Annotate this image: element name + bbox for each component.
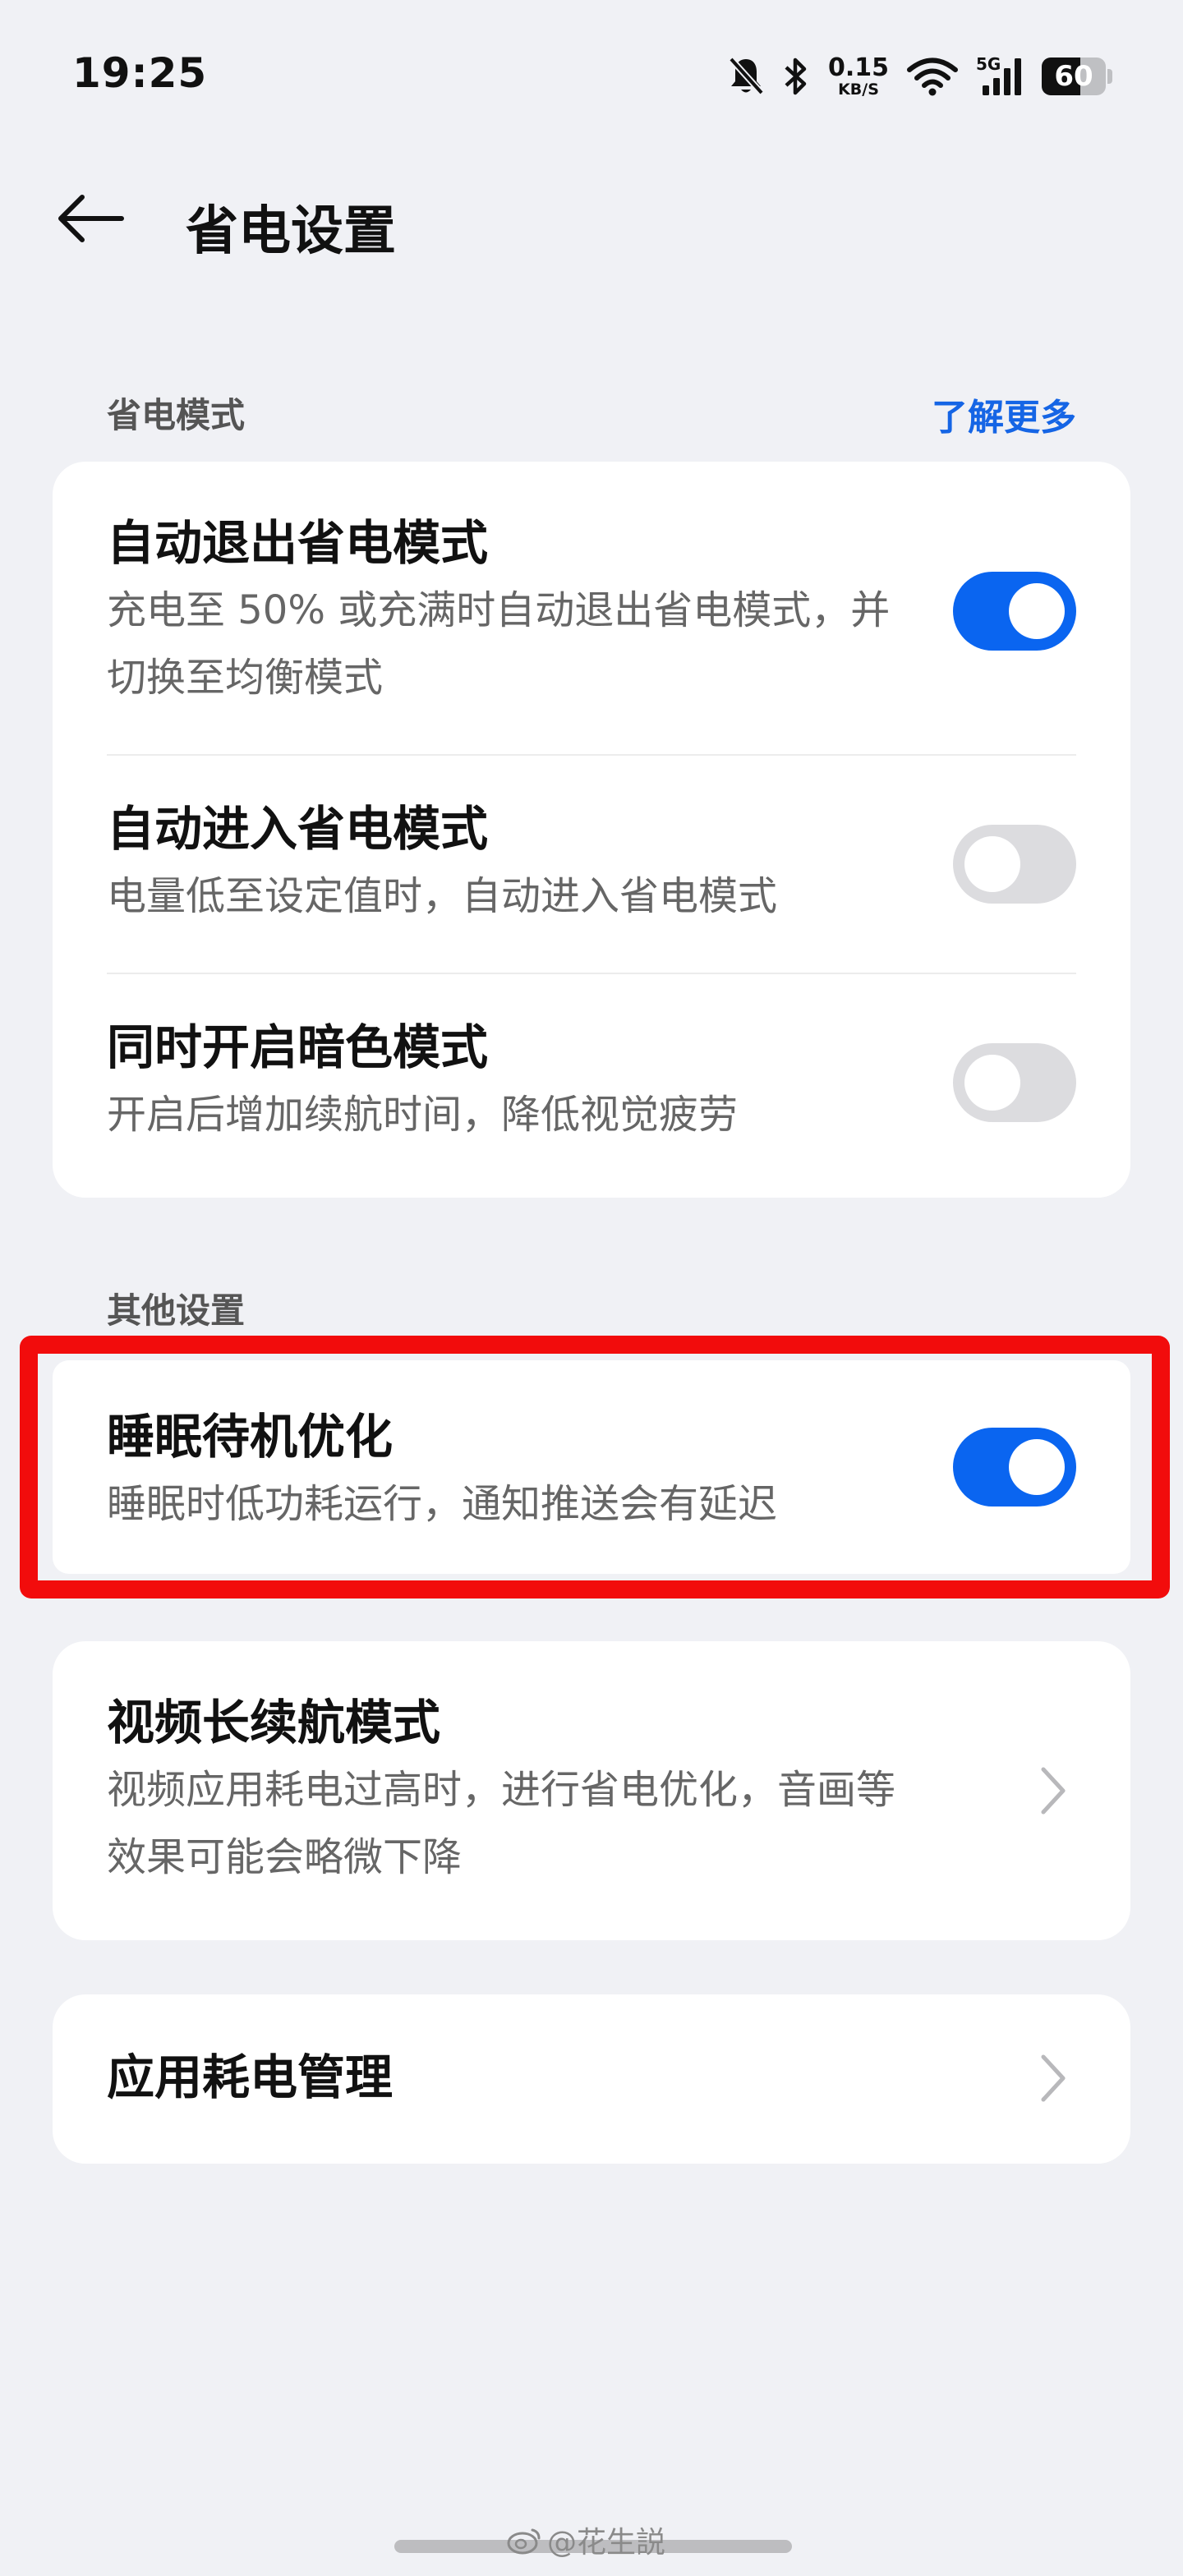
section-label-other-settings: 其他设置 — [107, 1290, 246, 1331]
toggle-knob — [964, 1055, 1020, 1111]
status-time: 19:25 — [72, 49, 208, 97]
watermark: @花生説 — [506, 2518, 665, 2561]
status-icons: 0.15 KB/S 5G 60 — [728, 51, 1112, 102]
section-label-power-saving: 省电模式 — [107, 395, 246, 435]
power-saving-card: 自动退出省电模式 充电至 50% 或充满时自动退出省电模式，并切换至均衡模式 自… — [53, 462, 1130, 1198]
auto-enter-power-saving-row[interactable]: 自动进入省电模式 电量低至设定值时，自动进入省电模式 — [107, 798, 1076, 931]
battery-icon: 60 — [1042, 58, 1112, 95]
watermark-text: @花生説 — [547, 2526, 666, 2560]
back-button[interactable] — [51, 187, 130, 250]
row-subtitle: 充电至 50% 或充满时自动退出省电模式，并切换至均衡模式 — [107, 587, 891, 701]
weibo-icon — [507, 2528, 541, 2555]
arrow-left-icon — [58, 195, 124, 242]
auto-enter-power-saving-toggle[interactable] — [953, 825, 1076, 904]
app-power-management-row: 应用耗电管理 — [107, 2047, 1076, 2109]
auto-exit-power-saving-row[interactable]: 自动退出省电模式 充电至 50% 或充满时自动退出省电模式，并切换至均衡模式 — [107, 513, 1076, 712]
row-title: 视频长续航模式 — [107, 1695, 441, 1750]
network-speed-value: 0.15 — [827, 53, 889, 82]
bluetooth-icon — [785, 58, 807, 95]
app-power-management-card[interactable]: 应用耗电管理 — [53, 1994, 1130, 2164]
row-subtitle: 电量低至设定值时，自动进入省电模式 — [107, 873, 778, 920]
network-speed: 0.15 KB/S — [827, 53, 889, 99]
dark-mode-together-row[interactable]: 同时开启暗色模式 开启后增加续航时间，降低视觉疲劳 — [107, 1017, 1076, 1149]
row-subtitle: 视频应用耗电过高时，进行省电优化，音画等效果可能会略微下降 — [107, 1767, 896, 1880]
cellular-signal-icon: 5G — [976, 56, 1024, 97]
row-title: 自动退出省电模式 — [107, 515, 489, 571]
chevron-right-icon — [1029, 1758, 1078, 1824]
divider — [107, 973, 1076, 974]
wifi-icon — [907, 58, 958, 96]
row-title: 应用耗电管理 — [107, 2049, 394, 2105]
network-speed-unit: KB/S — [838, 80, 879, 99]
row-subtitle: 开启后增加续航时间，降低视觉疲劳 — [107, 1092, 739, 1138]
app-bar: 省电设置 — [0, 164, 1183, 271]
status-bar: 19:25 0.15 KB/S 5G 60 — [0, 0, 1183, 148]
dark-mode-together-toggle[interactable] — [953, 1043, 1076, 1122]
learn-more-link[interactable]: 了解更多 — [932, 388, 1076, 440]
auto-exit-power-saving-toggle[interactable] — [953, 572, 1076, 651]
video-endurance-card[interactable]: 视频长续航模式 视频应用耗电过高时，进行省电优化，音画等效果可能会略微下降 — [53, 1641, 1130, 1940]
chevron-right-icon — [1029, 2045, 1078, 2111]
mute-bell-icon — [728, 57, 764, 95]
toggle-knob — [964, 836, 1020, 892]
row-title: 自动进入省电模式 — [107, 801, 489, 857]
divider — [107, 754, 1076, 756]
red-highlight-box — [20, 1336, 1170, 1598]
toggle-knob — [1009, 583, 1065, 639]
battery-level: 60 — [1054, 60, 1093, 93]
page-title: 省电设置 — [186, 201, 396, 262]
video-endurance-row: 视频长续航模式 视频应用耗电过高时，进行省电优化，音画等效果可能会略微下降 — [107, 1692, 1076, 1892]
row-title: 同时开启暗色模式 — [107, 1019, 489, 1075]
